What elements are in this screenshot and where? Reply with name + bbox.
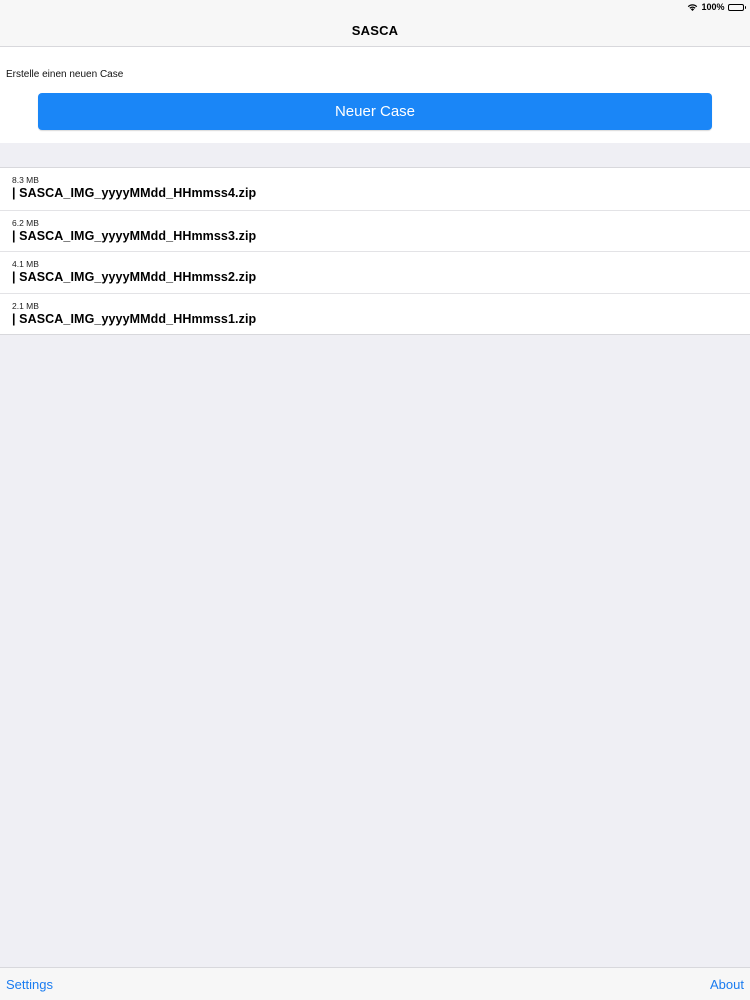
battery-icon	[727, 3, 746, 11]
new-case-section: Erstelle einen neuen Case Neuer Case	[0, 47, 750, 143]
list-item[interactable]: 4.1 MB | SASCA_IMG_yyyyMMdd_HHmmss2.zip	[0, 251, 750, 293]
new-case-button[interactable]: Neuer Case	[38, 93, 712, 130]
bottom-toolbar: Settings About	[0, 967, 750, 1000]
list-item[interactable]: 2.1 MB | SASCA_IMG_yyyyMMdd_HHmmss1.zip	[0, 292, 750, 335]
settings-button[interactable]: Settings	[6, 977, 53, 992]
battery-percentage: 100%	[701, 2, 725, 12]
file-name: | SASCA_IMG_yyyyMMdd_HHmmss3.zip	[12, 228, 257, 243]
wifi-icon	[687, 3, 698, 11]
file-size: 2.1 MB	[12, 300, 39, 311]
file-name: | SASCA_IMG_yyyyMMdd_HHmmss4.zip	[12, 186, 257, 200]
navigation-bar: SASCA	[0, 14, 750, 47]
file-size: 6.2 MB	[12, 217, 39, 228]
status-indicators: 100%	[687, 1, 746, 13]
list-item[interactable]: 8.3 MB | SASCA_IMG_yyyyMMdd_HHmmss4.zip	[0, 168, 750, 210]
page-title: SASCA	[351, 22, 399, 38]
file-size: 8.3 MB	[12, 175, 39, 185]
status-bar: 100%	[0, 0, 750, 14]
new-case-label: Erstelle einen neuen Case	[6, 69, 124, 80]
file-size: 4.1 MB	[12, 259, 39, 269]
list-item[interactable]: 6.2 MB | SASCA_IMG_yyyyMMdd_HHmmss3.zip	[0, 209, 750, 252]
about-button[interactable]: About	[710, 977, 744, 992]
file-name: | SASCA_IMG_yyyyMMdd_HHmmss1.zip	[12, 311, 257, 326]
file-list: 8.3 MB | SASCA_IMG_yyyyMMdd_HHmmss4.zip …	[0, 167, 750, 335]
file-name: | SASCA_IMG_yyyyMMdd_HHmmss2.zip	[12, 270, 257, 284]
